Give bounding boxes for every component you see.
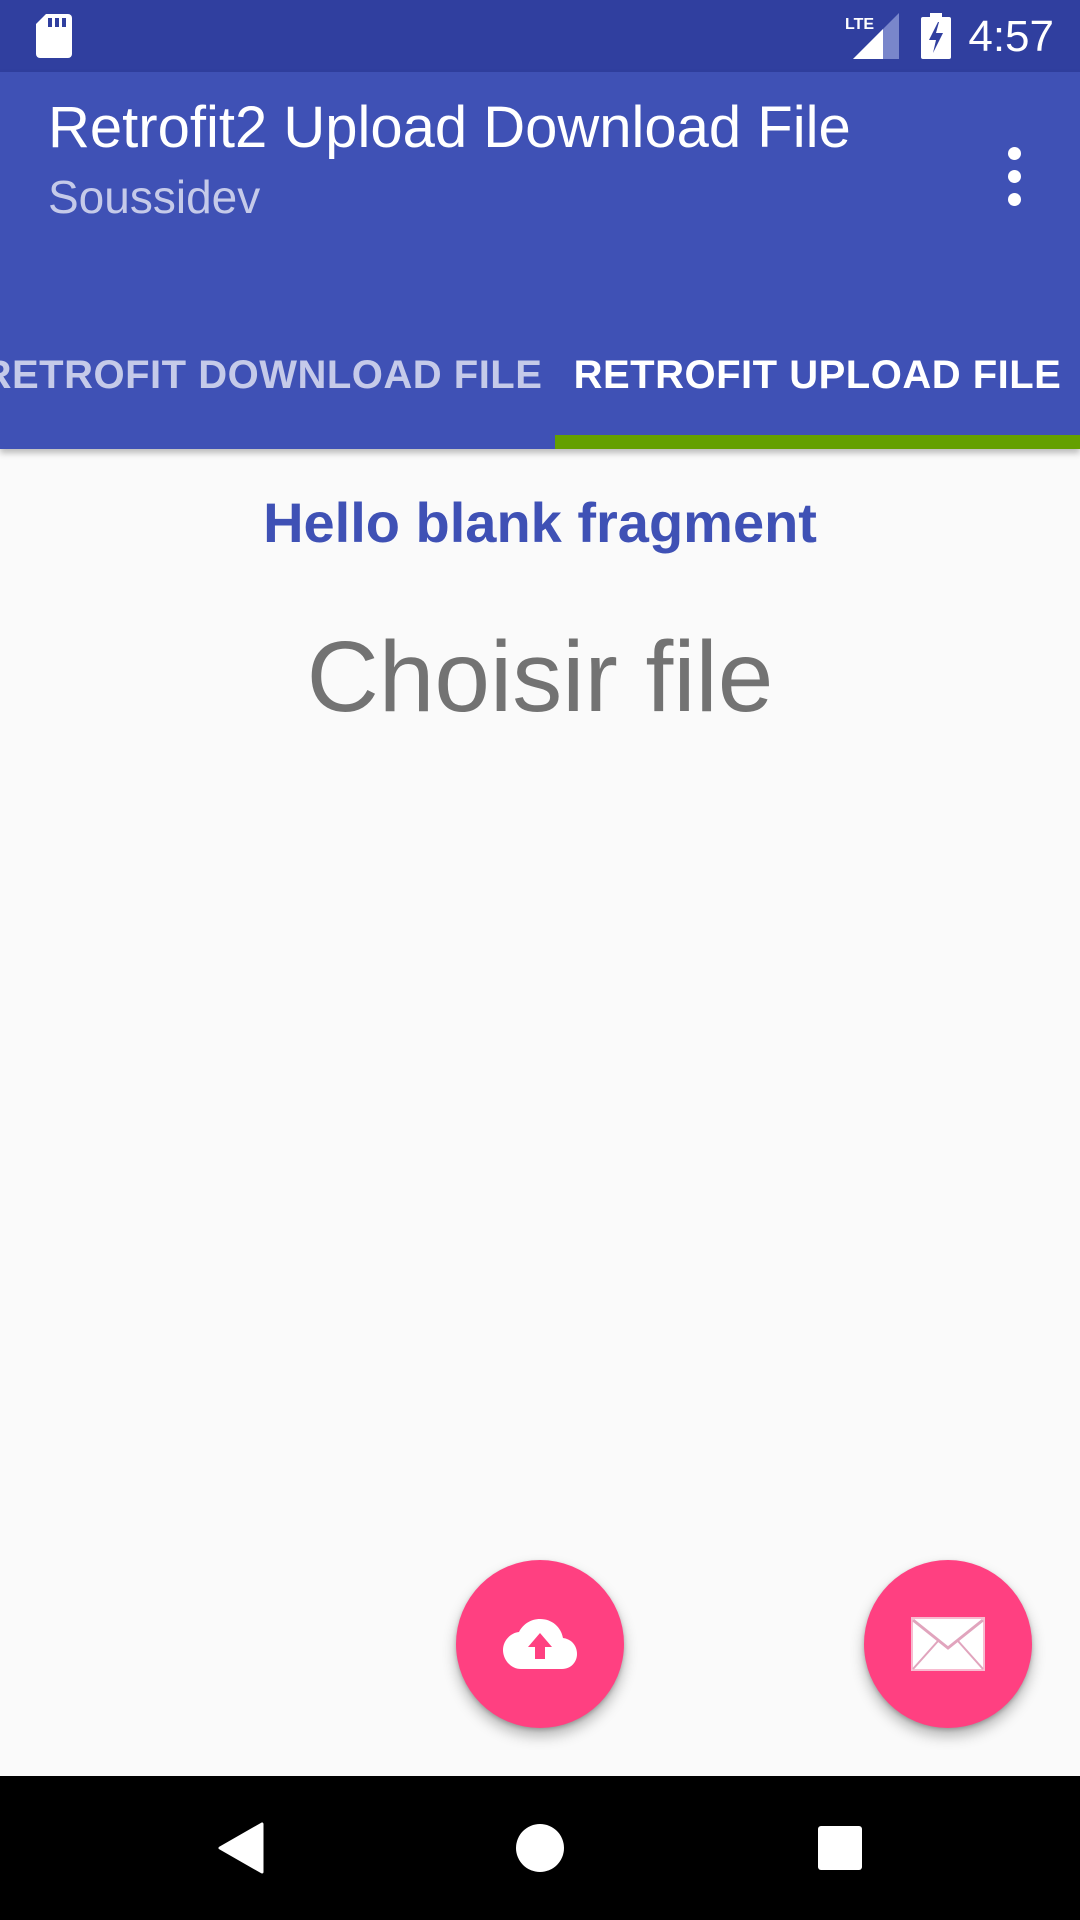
status-clock: 4:57 [968,12,1054,61]
cloud-upload-icon [503,1619,577,1669]
mail-fab[interactable] [864,1560,1032,1728]
nav-recents-button[interactable] [770,1776,910,1920]
sd-card-icon [36,14,72,58]
tab-layout: RETROFIT DOWNLOAD FILE RETROFIT UPLOAD F… [0,302,1080,449]
lte-signal-icon: LTE [845,13,899,59]
app-subtitle: Soussidev [48,171,261,223]
mail-icon [911,1617,985,1671]
battery-charging-icon [921,13,951,59]
back-icon [218,1822,264,1874]
navigation-bar [0,1776,1080,1920]
choose-file-button[interactable]: Choisir file [240,612,840,742]
upload-fab[interactable] [456,1560,624,1728]
app-title: Retrofit2 Upload Download File [48,95,851,160]
tab-selected-indicator [555,435,1080,449]
nav-home-button[interactable] [470,1776,610,1920]
status-bar: LTE 4:57 [0,0,1080,72]
fragment-heading: Hello blank fragment [263,491,817,554]
nav-back-button[interactable] [170,1776,310,1920]
tab-retrofit-upload-file[interactable]: RETROFIT UPLOAD FILE [555,302,1080,449]
svg-text:LTE: LTE [845,16,874,33]
tab-retrofit-download-file[interactable]: RETROFIT DOWNLOAD FILE [0,302,542,449]
home-icon [516,1824,564,1872]
app-bar: Retrofit2 Upload Download File Soussidev… [0,72,1080,449]
more-vert-icon[interactable] [990,126,1038,226]
recents-icon [818,1826,862,1870]
